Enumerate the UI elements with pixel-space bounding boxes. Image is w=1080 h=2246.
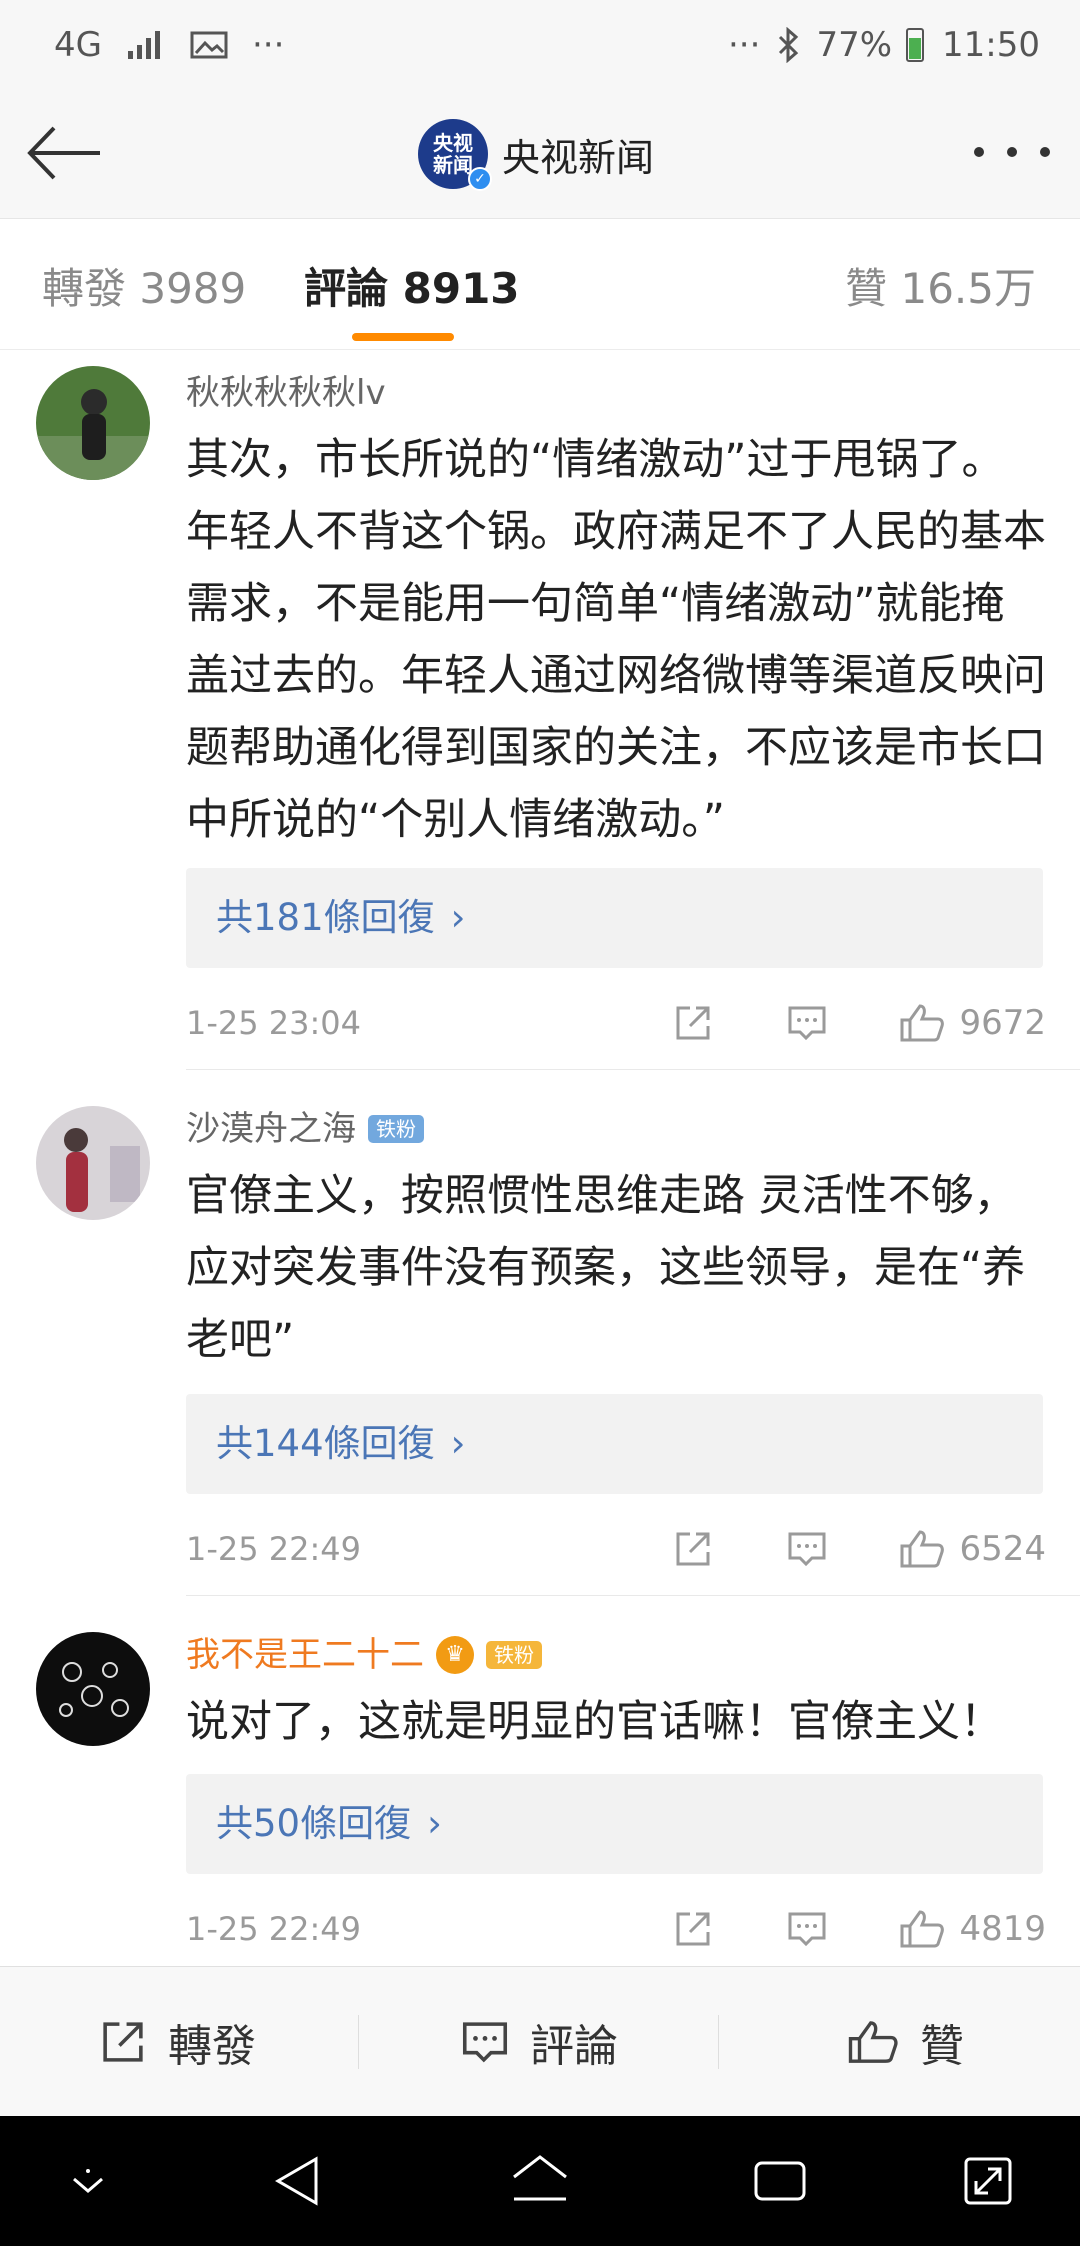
avatar[interactable] — [36, 1106, 150, 1220]
avatar[interactable] — [36, 366, 150, 480]
thumbs-up-icon[interactable] — [898, 1908, 946, 1950]
chevron-right-icon: › — [450, 1422, 466, 1465]
forward-label: 轉發 — [168, 2021, 256, 2072]
verified-icon: ✓ — [468, 167, 492, 191]
nav-header: 央视 新闻 ✓ 央视新闻 — [0, 92, 1080, 218]
replies-link[interactable]: 共144條回復 › — [186, 1394, 1043, 1494]
comment-icon — [462, 2022, 508, 2063]
tab-forward[interactable]: 轉發 3989 — [42, 255, 246, 316]
comment-item: 秋秋秋秋秋lv 其次，市长所说的“情绪激动”过于甩锅了。年轻人不背这个锅。政府满… — [0, 350, 1080, 1070]
like-count: 9672 — [959, 1003, 1046, 1043]
user-photo-icon — [36, 366, 150, 480]
replies-label: 共144條回復 — [216, 1422, 435, 1465]
comment-header: 沙漠舟之海 铁粉 — [186, 1106, 424, 1152]
back-button[interactable] — [24, 118, 104, 188]
chevron-right-icon: › — [450, 896, 466, 939]
active-tab-indicator — [352, 333, 454, 341]
timestamp: 1-25 22:49 — [186, 1910, 362, 1948]
home-icon[interactable] — [510, 2151, 570, 2211]
back-triangle-icon[interactable] — [270, 2151, 330, 2211]
hide-keyboard-icon[interactable] — [58, 2151, 118, 2211]
user-photo-icon — [36, 1632, 150, 1746]
like-count: 6524 — [959, 1529, 1046, 1569]
chevron-right-icon: › — [427, 1802, 442, 1845]
dot-icon — [1040, 147, 1050, 157]
more-options-button[interactable] — [974, 132, 1050, 172]
logo-text-bottom: 新闻 — [433, 153, 473, 177]
comment-text: 说对了，这就是明显的官话嘛！官僚主义！ — [186, 1697, 1003, 1747]
replies-label: 共50條回復 — [216, 1802, 412, 1845]
comment-meta: 1-25 22:49 4819 — [186, 1904, 1046, 1954]
fan-badge: 铁粉 — [486, 1641, 542, 1669]
back-arrow-icon — [27, 126, 100, 180]
timestamp: 1-25 22:49 — [186, 1530, 362, 1568]
reply-icon[interactable] — [786, 1002, 828, 1044]
system-navigation-bar — [0, 2116, 1080, 2246]
tab-comment[interactable]: 評論 8913 — [304, 255, 520, 316]
timestamp: 1-25 23:04 — [186, 1004, 362, 1042]
logo-text-top: 央视 — [433, 131, 473, 155]
share-icon[interactable] — [672, 1528, 714, 1570]
replies-link[interactable]: 共50條回復 › — [186, 1774, 1043, 1874]
fan-badge: 铁粉 — [368, 1115, 424, 1143]
reply-icon[interactable] — [786, 1528, 828, 1570]
toolbar-divider — [718, 2015, 719, 2069]
dot-icon — [974, 147, 984, 157]
thumbs-up-icon[interactable] — [898, 1528, 946, 1570]
like-label: 贊 — [920, 2021, 964, 2072]
page-title: 央视新闻 — [502, 135, 655, 180]
replies-link[interactable]: 共181條回復 › — [186, 868, 1043, 968]
dot-icon — [1007, 147, 1017, 157]
comment-item: 我不是王二十二 ♛ 铁粉 说对了，这就是明显的官话嘛！官僚主义！ 共50條回復 ›… — [0, 1596, 1080, 1966]
network-indicator: 4G — [54, 25, 102, 65]
account-avatar[interactable]: 央视 新闻 ✓ — [418, 119, 492, 191]
status-bar: 4G ··· ··· 77% 11:50 — [0, 0, 1080, 92]
account-header[interactable]: 央视 新闻 ✓ 央视新闻 — [418, 114, 654, 194]
toolbar-divider — [358, 2015, 359, 2069]
username[interactable]: 秋秋秋秋秋lv — [186, 370, 386, 416]
reply-icon[interactable] — [786, 1908, 828, 1950]
username[interactable]: 我不是王二十二 — [186, 1632, 424, 1678]
bluetooth-icon — [779, 27, 799, 63]
comment-label: 評論 — [530, 2021, 618, 2072]
comment-meta: 1-25 22:49 6524 — [186, 1524, 1046, 1574]
like-button[interactable]: 贊 — [846, 1967, 964, 2117]
comment-text: 官僚主义，按照惯性思维走路 灵活性不够，应对突发事件没有预案，这些领导，是在“养… — [186, 1171, 1026, 1365]
comment-meta: 1-25 23:04 9672 — [186, 998, 1046, 1048]
battery-percent: 77% — [816, 25, 893, 65]
share-icon — [103, 2022, 143, 2062]
forward-button[interactable]: 轉發 — [98, 1967, 256, 2117]
crown-icon: ♛ — [436, 1636, 474, 1674]
comment-text: 其次，市长所说的“情绪激动”过于甩锅了。年轻人不背这个锅。政府满足不了人民的基本… — [186, 435, 1046, 845]
recent-apps-icon[interactable] — [750, 2151, 810, 2211]
status-left: 4G ··· — [54, 22, 284, 68]
comment-header: 我不是王二十二 ♛ 铁粉 — [186, 1632, 542, 1678]
signal-icon — [127, 31, 160, 59]
comment-item: 沙漠舟之海 铁粉 官僚主义，按照惯性思维走路 灵活性不够，应对突发事件没有预案，… — [0, 1070, 1080, 1596]
replies-label: 共181條回復 — [216, 896, 435, 939]
comment-button[interactable]: 評論 — [460, 1967, 618, 2117]
status-right-more: ··· — [728, 25, 761, 65]
thumbs-up-icon[interactable] — [898, 1002, 946, 1044]
user-photo-icon — [36, 1106, 150, 1220]
status-right: ··· 77% 11:50 — [728, 22, 1040, 68]
comment-header: 秋秋秋秋秋lv — [186, 370, 386, 416]
like-count: 4819 — [959, 1909, 1046, 1949]
battery-icon — [906, 28, 925, 62]
clock: 11:50 — [942, 25, 1040, 65]
avatar[interactable] — [36, 1632, 150, 1746]
bottom-toolbar: 轉發 評論 贊 — [0, 1966, 1080, 2116]
share-icon[interactable] — [672, 1908, 714, 1950]
username[interactable]: 沙漠舟之海 — [186, 1106, 356, 1152]
share-icon[interactable] — [672, 1002, 714, 1044]
status-more-text: ··· — [251, 25, 285, 65]
expand-icon[interactable] — [958, 2151, 1018, 2211]
tab-like[interactable]: 贊 16.5万 — [845, 255, 1036, 316]
tab-bar: 轉發 3989 評論 8913 贊 16.5万 — [0, 218, 1080, 350]
thumbs-up-icon — [848, 2021, 898, 2063]
image-icon — [190, 31, 228, 59]
